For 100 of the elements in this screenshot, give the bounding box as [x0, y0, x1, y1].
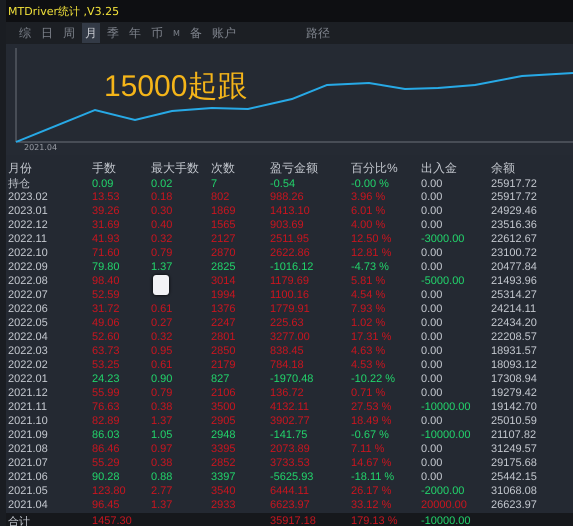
table-cell-text: 2905 [211, 415, 236, 427]
table-cell-text: 53.25 [92, 359, 121, 371]
table-cell-text: 1565 [211, 219, 236, 231]
table-cell-text: 0.00 [421, 359, 444, 371]
table-cell-text: 98.40 [92, 275, 121, 287]
table-cell-text: 41.93 [92, 233, 121, 245]
table-cell-text: 2106 [211, 387, 236, 399]
table-cell-text: 0.71 % [351, 387, 386, 399]
month-cell-text: 2022.12 [8, 219, 49, 231]
table-cell-text: 2622.86 [270, 247, 311, 259]
table-cell-text: 25314.27 [491, 289, 538, 301]
table-cell-text: 2073.89 [270, 443, 311, 455]
table-cell-text: -4.73 % [351, 261, 390, 273]
table-cell-text: 18931.57 [491, 345, 538, 357]
table-cell-text: 35917.18 [270, 515, 317, 526]
table-cell-text: 0.00 [421, 345, 444, 357]
month-cell-text: 2023.01 [8, 205, 49, 217]
table-cell-text: -0.54 [270, 178, 296, 190]
table-cell-text: 2825 [211, 261, 236, 273]
column-header: 余额 [491, 160, 516, 177]
table-cell-text: 52.60 [92, 331, 121, 343]
table-cell-text: 0.00 [421, 415, 444, 427]
table-cell: 0.88 [151, 471, 172, 483]
table-cell-text: 3395 [211, 443, 236, 455]
table-cell-text: 20477.84 [491, 261, 538, 273]
period-tab[interactable]: 账户 [208, 23, 239, 43]
table-cell-text: 24929.46 [491, 205, 538, 217]
column-header: 盈亏金额 [270, 160, 319, 177]
table-cell-text: 33.12 % [351, 499, 392, 511]
period-tab[interactable]: 年 [126, 23, 144, 43]
table-cell-text: 136.72 [270, 387, 305, 399]
table-cell: 0.95 [151, 345, 172, 357]
table-cell: 0.61 [151, 359, 172, 371]
table-cell-text: 14.67 % [351, 457, 392, 469]
period-tab[interactable]: 路径 [302, 23, 333, 43]
table-cell-text: 0.00 [421, 205, 444, 217]
table-cell-text: 0.00 [421, 303, 444, 315]
period-tab[interactable]: 周 [60, 23, 78, 43]
table-cell-text: -0.00 % [351, 178, 390, 190]
column-header: 最大手数 [151, 160, 200, 177]
table-cell-text: 2852 [211, 457, 236, 469]
table-cell-text: -18.11 % [351, 471, 396, 483]
table-cell-text: 1.02 % [351, 317, 386, 329]
table-cell: 2.77 [151, 485, 172, 497]
table-cell-text: 0.00 [421, 387, 444, 399]
table-cell-text: 2870 [211, 247, 236, 259]
table-cell: 0.18 [151, 191, 172, 203]
table-cell-text: 25917.72 [491, 178, 538, 190]
table-cell-text: 903.69 [270, 219, 305, 231]
table-cell-text: 55.99 [92, 387, 121, 399]
month-cell-text: 2022.06 [8, 303, 49, 315]
table-cell-text: 22434.20 [491, 317, 538, 329]
table-cell-text: 20000.00 [421, 499, 468, 511]
month-cell-text: 2022.04 [8, 331, 49, 343]
month-cell-text: 2021.10 [8, 415, 49, 427]
table-cell: 0.30 [151, 205, 172, 217]
month-cell-text: 持仓 [8, 177, 31, 191]
table-cell-text: 2933 [211, 499, 236, 511]
column-header: 手数 [92, 160, 117, 177]
table-cell-text: 0.00 [421, 219, 444, 231]
table-cell-text: 22208.57 [491, 331, 538, 343]
period-tab[interactable]: 季 [104, 23, 122, 43]
table-cell: 0.40 [151, 219, 172, 231]
month-cell-text: 2021.07 [8, 457, 49, 469]
period-tab[interactable]: M [170, 23, 183, 43]
table-cell-text: 82.89 [92, 415, 121, 427]
table-cell: 0.32 [151, 331, 172, 343]
table-cell-text: 0.00 [421, 331, 444, 343]
table-cell-text: 2850 [211, 345, 236, 357]
table-cell-text: 3733.53 [270, 457, 311, 469]
month-cell-text: 2022.05 [8, 317, 49, 329]
period-tab[interactable]: 综 [16, 23, 34, 43]
period-tab[interactable]: 备 [186, 23, 205, 43]
table-cell-text: 0.09 [92, 178, 114, 190]
table-cell-text: 3500 [211, 401, 236, 413]
table-cell-text: 3540 [211, 485, 236, 497]
table-cell-text: 6444.11 [270, 485, 310, 497]
table-cell-text: -10000.00 [421, 401, 472, 413]
table-cell-text: 13.53 [92, 191, 121, 203]
table-cell: 0.27 [151, 317, 172, 329]
table-cell-text: 29175.68 [491, 457, 538, 469]
table-cell-text: 3.96 % [351, 191, 386, 203]
table-cell-text: 71.60 [92, 247, 121, 259]
table-cell-text: 4.54 % [351, 289, 386, 301]
table-cell-text: 49.06 [92, 317, 121, 329]
table-cell-text: 1994 [211, 289, 236, 301]
table-cell-text: -0.67 % [351, 429, 390, 441]
table-cell-text: 3397 [211, 471, 236, 483]
period-tab[interactable]: 日 [38, 23, 56, 43]
table-cell-text: -141.75 [270, 429, 308, 441]
table-cell-text: 63.73 [92, 345, 121, 357]
period-tab[interactable]: 月 [82, 23, 100, 43]
month-cell-text: 2022.02 [8, 359, 49, 371]
period-tab[interactable]: 币 [148, 23, 166, 43]
table-cell-text: -10.22 % [351, 373, 396, 385]
table-cell-text: 52.59 [92, 289, 121, 301]
table-cell-text: 39.26 [92, 205, 121, 217]
table-cell-text: 17.31 % [351, 331, 392, 343]
table-cell-text: 25010.59 [491, 415, 538, 427]
table-cell-text: 19279.42 [491, 387, 538, 399]
